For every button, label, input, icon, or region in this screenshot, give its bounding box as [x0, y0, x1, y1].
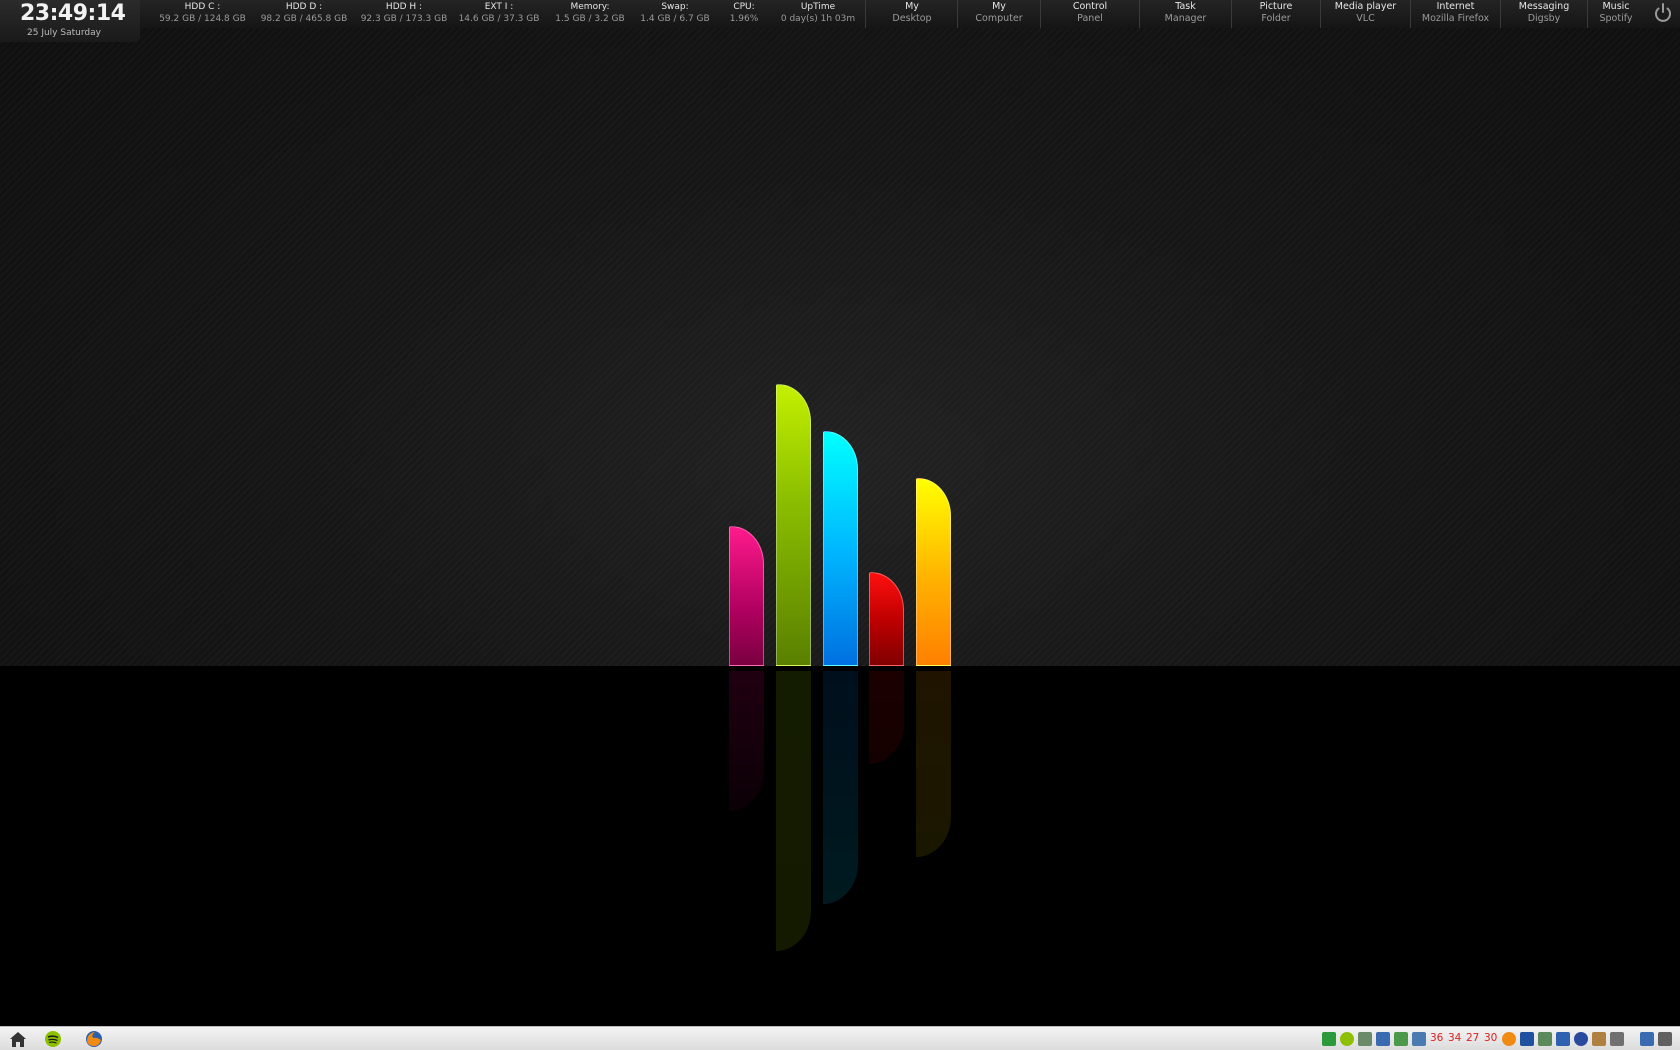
- stat-value: 1.5 GB / 3.2 GB: [555, 14, 625, 24]
- window-icon[interactable]: [1556, 1032, 1570, 1046]
- shortcut-title: Control: [1072, 1, 1108, 12]
- shortcut-subtitle: Folder: [1261, 13, 1291, 24]
- temperature-reading: 36: [1430, 1032, 1444, 1044]
- shortcut-subtitle: Computer: [975, 13, 1023, 24]
- stat-cpu: CPU: 1.96%: [718, 1, 770, 25]
- wallpaper-upper: [0, 0, 1680, 666]
- shortcut-subtitle: Spotify: [1599, 13, 1633, 24]
- shortcut-subtitle: Mozilla Firefox: [1421, 13, 1490, 24]
- shortcut-title: Media player: [1334, 1, 1397, 12]
- stat-memory: Memory: 1.5 GB / 3.2 GB: [548, 1, 632, 25]
- stat-value: 1.4 GB / 6.7 GB: [640, 14, 710, 24]
- shortcut-subtitle: Manager: [1164, 13, 1207, 24]
- stat-value: 0 day(s) 1h 03m: [780, 14, 856, 24]
- tray-app-icon[interactable]: [1322, 1032, 1336, 1046]
- power-icon[interactable]: [1652, 2, 1674, 24]
- temperature-reading: 30: [1484, 1032, 1498, 1044]
- temperature-reading: 27: [1466, 1032, 1480, 1044]
- shortcut-title: Picture: [1259, 1, 1293, 12]
- stat-label: CPU:: [733, 2, 755, 12]
- network-icon[interactable]: [1412, 1032, 1426, 1046]
- stat-swap: Swap: 1.4 GB / 6.7 GB: [636, 1, 714, 25]
- spotify-icon[interactable]: [43, 1030, 63, 1048]
- shortcut-my-desktop[interactable]: My Desktop: [867, 1, 957, 27]
- tools-icon[interactable]: [1592, 1032, 1606, 1046]
- stat-label: UpTime: [800, 2, 836, 12]
- orange-circle-icon[interactable]: [1502, 1032, 1516, 1046]
- shortcut-subtitle: VLC: [1356, 13, 1375, 24]
- users-icon[interactable]: [1394, 1032, 1408, 1046]
- stat-hdd-h: HDD H : 92.3 GB / 173.3 GB: [354, 1, 454, 25]
- shortcut-picture-folder[interactable]: Picture Folder: [1232, 1, 1320, 27]
- stat-value: 92.3 GB / 173.3 GB: [360, 14, 448, 24]
- stat-label: EXT I :: [484, 2, 514, 12]
- temperature-reading: 34: [1448, 1032, 1462, 1044]
- spotify-tray-icon[interactable]: [1340, 1032, 1354, 1046]
- computer-icon[interactable]: [1640, 1032, 1654, 1046]
- monitor-icon[interactable]: [1376, 1032, 1390, 1046]
- shortcut-subtitle: Digsby: [1527, 13, 1561, 24]
- printer-icon[interactable]: [1358, 1032, 1372, 1046]
- volume-icon[interactable]: [1610, 1032, 1624, 1046]
- stat-value: 1.96%: [729, 14, 759, 24]
- firefox-icon[interactable]: [84, 1030, 104, 1048]
- shortcut-music[interactable]: Music Spotify: [1590, 1, 1642, 27]
- shortcut-my-computer[interactable]: My Computer: [958, 1, 1040, 27]
- clock-widget: 23:49:14 25 July Saturday: [0, 0, 140, 42]
- shortcut-title: Messaging: [1518, 1, 1570, 12]
- stat-label: HDD D :: [285, 2, 323, 12]
- shortcut-title: My: [992, 1, 1006, 12]
- stat-uptime: UpTime 0 day(s) 1h 03m: [774, 1, 862, 25]
- blue-square-icon[interactable]: [1520, 1032, 1534, 1046]
- speaker-icon[interactable]: [1658, 1032, 1672, 1046]
- stat-label: Memory:: [570, 2, 610, 12]
- shortcut-task-manager[interactable]: Task Manager: [1140, 1, 1231, 27]
- clock-time: 23:49:14: [20, 1, 126, 26]
- home-icon[interactable]: [8, 1030, 28, 1048]
- divider: [865, 0, 866, 28]
- stat-hdd-d: HDD D : 98.2 GB / 465.8 GB: [254, 1, 354, 25]
- shortcut-control-panel[interactable]: Control Panel: [1041, 1, 1139, 27]
- shortcut-messaging[interactable]: Messaging Digsby: [1501, 1, 1587, 27]
- taskbar: 36 34 27 30: [0, 1026, 1680, 1050]
- shortcut-title: My: [905, 1, 919, 12]
- wallpaper-lower: [0, 666, 1680, 1026]
- shortcut-title: Task: [1175, 1, 1196, 12]
- shortcut-title: Internet: [1436, 1, 1475, 12]
- stat-hdd-c: HDD C : 59.2 GB / 124.8 GB: [155, 1, 250, 25]
- divider: [1587, 0, 1588, 28]
- stat-ext-i: EXT I : 14.6 GB / 37.3 GB: [454, 1, 544, 25]
- stat-value: 98.2 GB / 465.8 GB: [260, 14, 348, 24]
- stat-value: 14.6 GB / 37.3 GB: [458, 14, 540, 24]
- stat-label: Swap:: [661, 2, 689, 12]
- shortcut-internet[interactable]: Internet Mozilla Firefox: [1411, 1, 1500, 27]
- shortcut-subtitle: Desktop: [892, 13, 932, 24]
- shortcut-media-player[interactable]: Media player VLC: [1321, 1, 1410, 27]
- clock-date: 25 July Saturday: [27, 28, 101, 38]
- device-icon[interactable]: [1538, 1032, 1552, 1046]
- shortcut-title: Music: [1602, 1, 1630, 12]
- stat-value: 59.2 GB / 124.8 GB: [159, 14, 246, 24]
- bluetooth-icon[interactable]: [1574, 1032, 1588, 1046]
- stat-label: HDD H :: [385, 2, 423, 12]
- stat-label: HDD C :: [184, 2, 221, 12]
- shortcut-subtitle: Panel: [1077, 13, 1103, 24]
